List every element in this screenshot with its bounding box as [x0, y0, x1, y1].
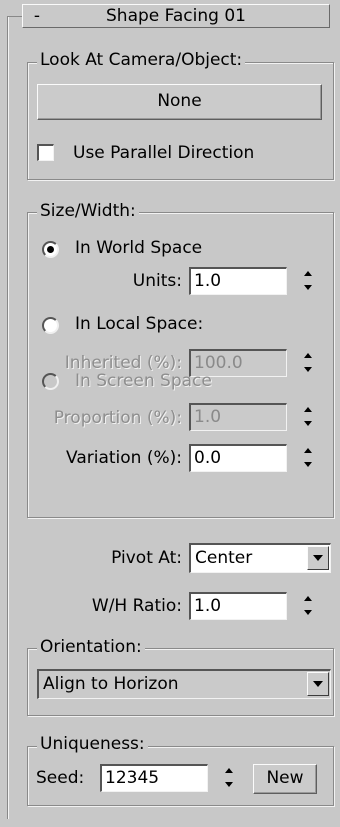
chevron-down-icon[interactable]	[307, 672, 329, 696]
wh-ratio-label: W/H Ratio:	[91, 596, 182, 616]
seed-label: Seed:	[36, 768, 85, 788]
pivot-at-value: Center	[195, 548, 253, 568]
rollout-title: Shape Facing 01	[106, 6, 246, 26]
seed-field[interactable]: 12345	[100, 764, 208, 792]
units-label: Units:	[132, 271, 182, 291]
variation-field[interactable]: 0.0	[189, 444, 287, 472]
spinner-down-icon[interactable]	[300, 606, 316, 620]
variation-label: Variation (%):	[66, 448, 182, 468]
spinner-down-icon[interactable]	[300, 417, 316, 431]
spinner-up-icon[interactable]	[221, 764, 237, 778]
spinner-up-icon[interactable]	[300, 267, 316, 281]
uniqueness-legend: Uniqueness:	[37, 734, 148, 754]
spinner-down-icon[interactable]	[300, 281, 316, 295]
spinner-up-icon[interactable]	[300, 592, 316, 606]
seed-spinner[interactable]	[221, 764, 237, 792]
spinner-down-icon[interactable]	[300, 458, 316, 472]
look-at-legend: Look At Camera/Object:	[37, 50, 246, 70]
wh-ratio-spinner[interactable]	[300, 592, 316, 620]
rollout-border	[7, 16, 9, 819]
units-field[interactable]: 1.0	[189, 267, 287, 295]
orientation-legend: Orientation:	[37, 637, 145, 657]
pivot-at-label: Pivot At:	[111, 548, 182, 568]
screen-space-label: In Screen Space	[75, 371, 212, 391]
proportion-field[interactable]: 1.0	[189, 403, 287, 431]
parallel-direction-label: Use Parallel Direction	[73, 143, 255, 163]
spinner-up-icon[interactable]	[300, 444, 316, 458]
pick-object-button[interactable]: None	[37, 84, 322, 120]
chevron-down-icon[interactable]	[307, 546, 329, 570]
spinner-down-icon[interactable]	[221, 778, 237, 792]
pivot-at-dropdown[interactable]: Center	[189, 543, 331, 573]
proportion-label: Proportion (%):	[53, 408, 182, 428]
local-space-label: In Local Space:	[75, 314, 204, 334]
size-width-legend: Size/Width:	[37, 201, 139, 221]
spinner-down-icon[interactable]	[300, 363, 316, 377]
world-space-label: In World Space	[75, 238, 203, 258]
orientation-value: Align to Horizon	[43, 674, 179, 694]
spinner-up-icon[interactable]	[300, 403, 316, 417]
rollout-title-bar[interactable]: - Shape Facing 01	[22, 4, 330, 28]
screen-space-radio[interactable]	[42, 373, 59, 390]
orientation-dropdown[interactable]: Align to Horizon	[37, 669, 331, 699]
local-space-radio[interactable]	[42, 317, 59, 334]
new-seed-button[interactable]: New	[253, 764, 317, 794]
world-space-radio[interactable]	[42, 241, 59, 258]
inherited-spinner[interactable]	[300, 349, 316, 377]
proportion-spinner[interactable]	[300, 403, 316, 431]
variation-spinner[interactable]	[300, 444, 316, 472]
units-spinner[interactable]	[300, 267, 316, 295]
wh-ratio-field[interactable]: 1.0	[189, 592, 287, 620]
spinner-up-icon[interactable]	[300, 349, 316, 363]
parallel-direction-checkbox[interactable]	[37, 144, 54, 161]
